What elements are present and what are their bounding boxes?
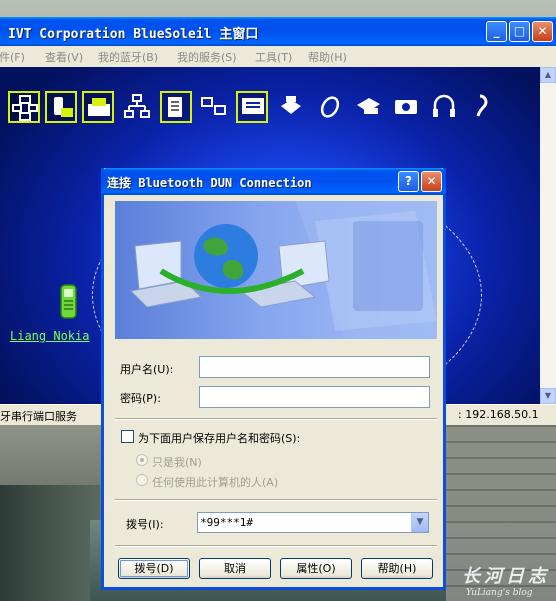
password-label: 密码(P): <box>120 392 161 405</box>
dun-connection-dialog: 连接 Bluetooth DUN Connection ? ✕ 用户名(U): … <box>101 168 446 590</box>
dial-button[interactable]: 拨号(D) <box>118 558 190 579</box>
watermark-subtext: YuLiang's blog <box>466 588 533 598</box>
printer-icon[interactable] <box>276 91 308 123</box>
dialog-close-button[interactable]: ✕ <box>421 171 442 192</box>
menubar: 文件(F) 查看(V) 我的蓝牙(B) 我的服务(S) 工具(T) 帮助(H) <box>0 46 556 66</box>
chevron-down-icon[interactable]: ▼ <box>411 513 428 532</box>
maximize-button[interactable]: □ <box>509 21 530 42</box>
help-question-icon[interactable]: ? <box>398 171 419 192</box>
file-transfer-icon[interactable] <box>160 91 192 123</box>
minimize-button[interactable]: _ <box>486 21 507 42</box>
fax-machine-icon[interactable] <box>353 91 385 123</box>
separator <box>115 418 437 420</box>
device-name-label[interactable]: Liang Nokia <box>10 329 89 343</box>
dialog-title: 连接 Bluetooth DUN Connection <box>107 176 312 190</box>
fax-icon[interactable] <box>82 91 114 123</box>
headset-icon[interactable] <box>467 91 499 123</box>
watermark-text: 长河日志 <box>462 566 550 587</box>
headphones-icon[interactable] <box>429 91 461 123</box>
network-icon[interactable] <box>8 91 40 123</box>
riverbank <box>0 485 100 601</box>
vertical-scrollbar[interactable]: ▲ ▼ <box>540 67 556 404</box>
camera-icon[interactable] <box>391 91 423 123</box>
cancel-button[interactable]: 取消 <box>199 558 271 579</box>
menu-my-bluetooth[interactable]: 我的蓝牙(B) <box>98 49 158 65</box>
main-window-title: IVT Corporation BlueSoleil 主窗口 <box>8 27 259 42</box>
mobile-phone-icon[interactable] <box>58 283 80 321</box>
menu-file[interactable]: 文件(F) <box>0 49 25 65</box>
save-credentials-checkbox[interactable] <box>121 430 134 443</box>
radio-me-only[interactable] <box>136 454 148 466</box>
menu-my-services[interactable]: 我的服务(S) <box>177 49 237 65</box>
pan-icon[interactable] <box>199 91 231 123</box>
properties-button[interactable]: 属性(O) <box>280 558 352 579</box>
phone-sync-icon[interactable] <box>45 91 77 123</box>
username-input[interactable] <box>199 356 430 378</box>
status-ip-text: : 192.168.50.1 <box>458 408 539 421</box>
main-titlebar[interactable]: IVT Corporation BlueSoleil 主窗口 _ □ ✕ <box>0 17 556 46</box>
status-service-text: 牙串行端口服务 <box>0 410 77 423</box>
password-input[interactable] <box>199 386 430 408</box>
lan-icon[interactable] <box>122 91 154 123</box>
menu-help[interactable]: 帮助(H) <box>308 49 347 65</box>
dialog-titlebar[interactable]: 连接 Bluetooth DUN Connection ? ✕ <box>101 168 446 195</box>
connection-banner-image <box>115 201 437 339</box>
scroll-up-arrow-icon[interactable]: ▲ <box>540 67 556 83</box>
help-button[interactable]: 帮助(H) <box>361 558 433 579</box>
dun-icon[interactable] <box>236 91 268 123</box>
close-button[interactable]: ✕ <box>532 21 553 42</box>
separator <box>115 499 437 501</box>
scroll-down-arrow-icon[interactable]: ▼ <box>540 388 556 404</box>
dial-number-combobox[interactable]: *99***1# ▼ <box>197 512 429 533</box>
menu-tools[interactable]: 工具(T) <box>255 49 292 65</box>
radio-anyone-label: 任何使用此计算机的人(A) <box>152 476 279 489</box>
radio-anyone[interactable] <box>136 474 148 486</box>
menu-view[interactable]: 查看(V) <box>45 49 83 65</box>
separator <box>115 545 437 547</box>
save-credentials-label: 为下面用户保存用户名和密码(S): <box>138 432 301 445</box>
username-label: 用户名(U): <box>120 363 174 376</box>
mouse-icon[interactable] <box>315 91 347 123</box>
radio-me-only-label: 只是我(N) <box>152 456 202 469</box>
dial-label: 拨号(I): <box>126 518 164 531</box>
dial-number-value: *99***1# <box>200 516 253 529</box>
